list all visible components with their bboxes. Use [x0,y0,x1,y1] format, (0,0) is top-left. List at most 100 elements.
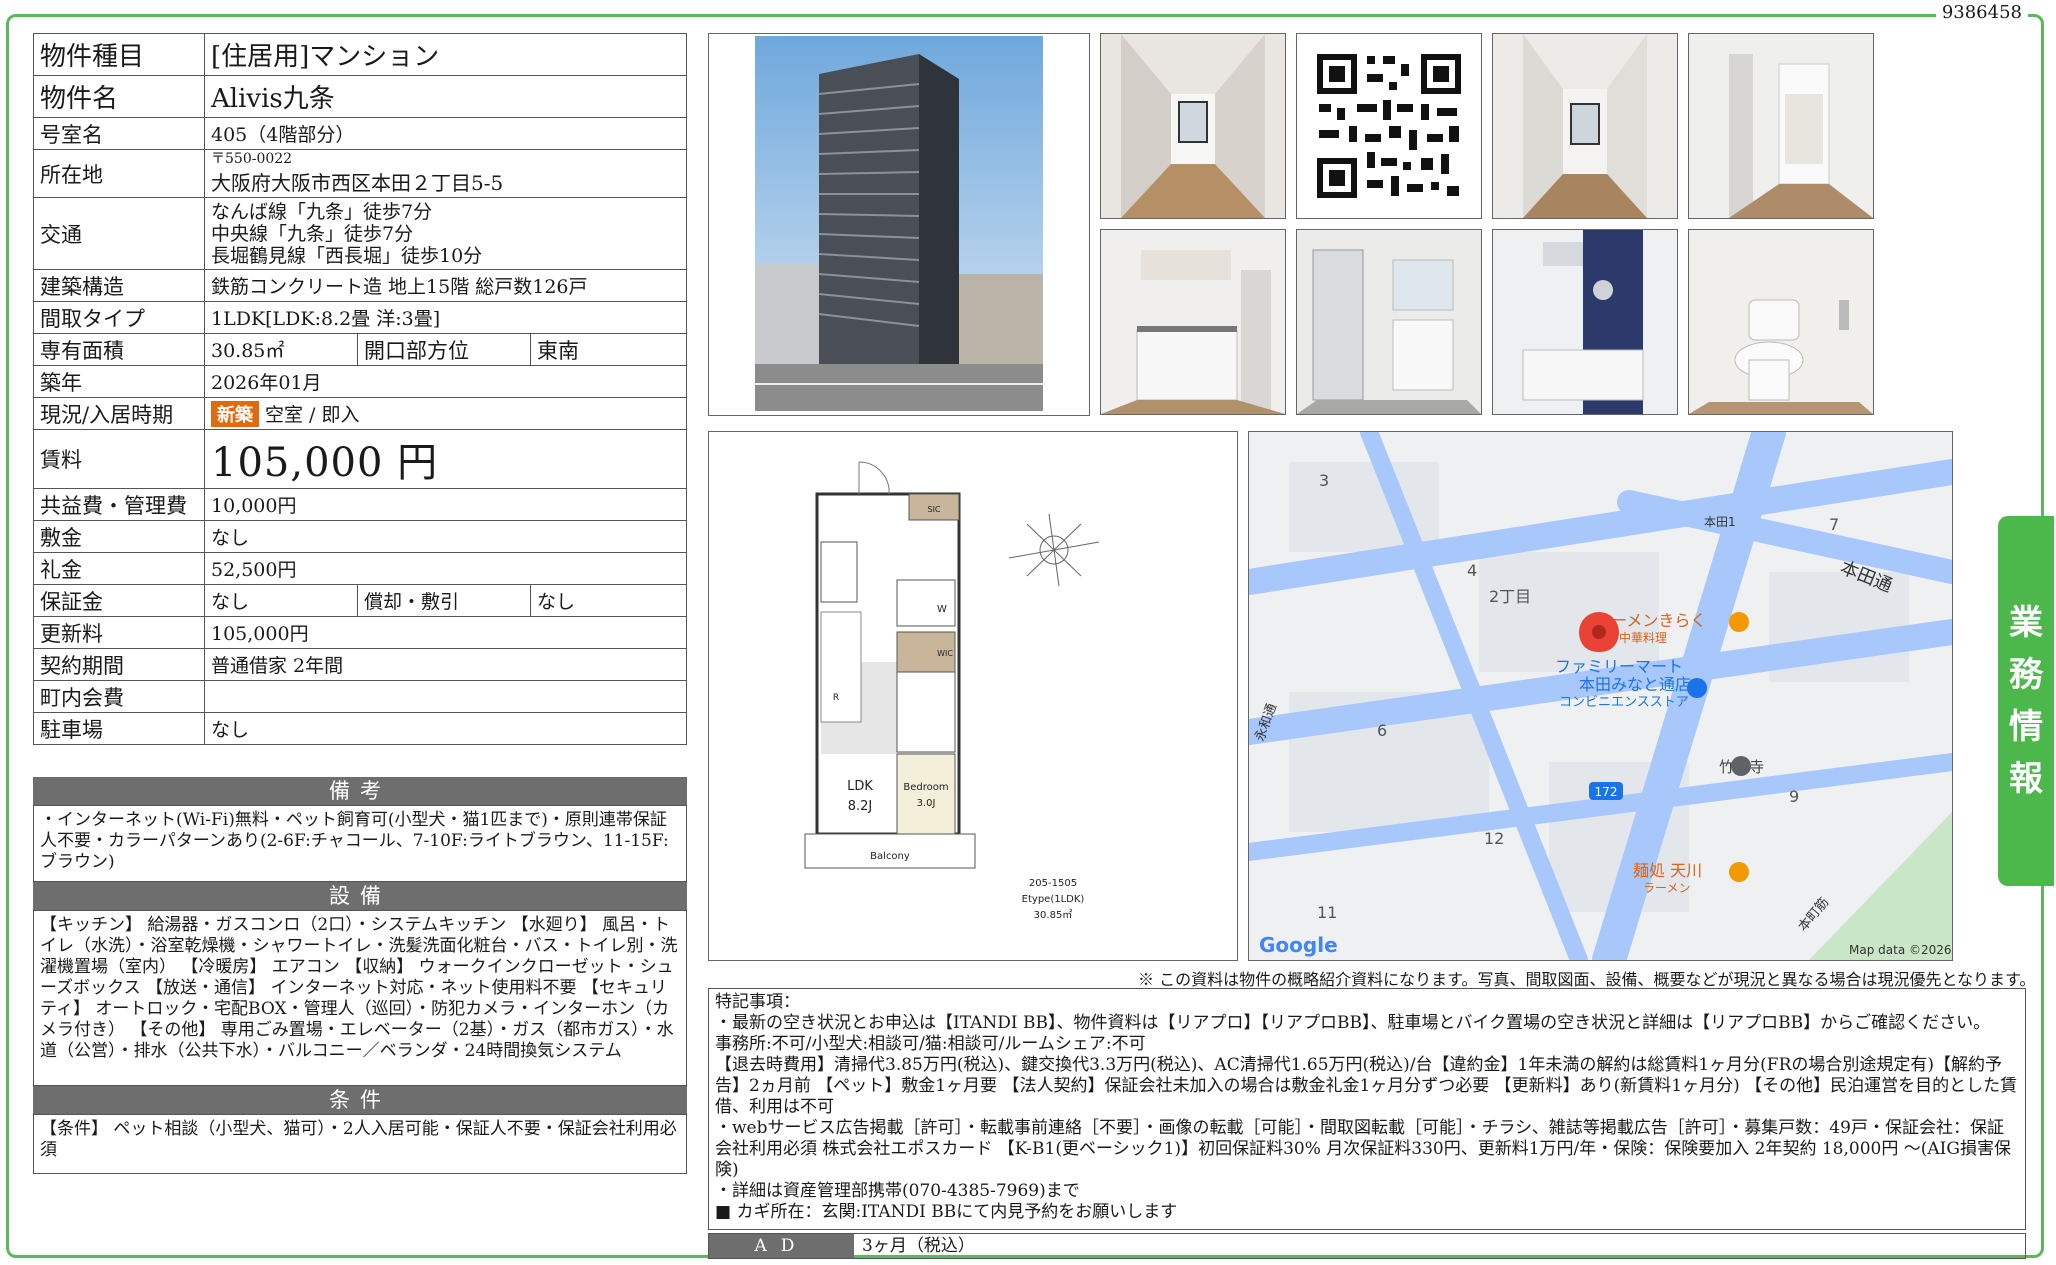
notes-line-6: ・詳細は資産管理部携帯(070-4385-7969)まで [715,1181,1080,1201]
room-illustration [1493,34,1677,218]
label-renewal: 更新料 [33,616,205,649]
fp-caption-1: 205-1505 [1029,878,1077,889]
fp-balcony-label: Balcony [870,851,910,862]
notes-line-4: 【退去時費用】清掃代3.85万円(税込)、鍵交換代3.3万円(税込)、AC清掃代… [715,1055,2018,1117]
map-label-11: 11 [1317,903,1337,922]
fp-caption-2: Etype(1LDK) [1022,894,1085,905]
map-label-6: 6 [1377,721,1387,740]
photo-toilet[interactable] [1688,229,1874,415]
fp-r-label: R [833,693,839,703]
value-room: 405（4階部分） [204,117,687,150]
value-built: 2026年01月 [204,365,687,398]
value-guarantee: なし [204,584,358,617]
new-badge: 新築 [211,401,259,427]
label-layout: 間取タイプ [33,301,205,334]
tab-char-2: 務 [2009,655,2043,695]
fp-ldk-label: LDK [847,779,873,794]
building-photo[interactable] [708,33,1090,416]
ad-row: AD 3ヶ月（税込） [708,1233,2026,1259]
label-name: 物件名 [33,75,205,118]
fp-caption-3: 30.85㎡ [1034,909,1073,921]
map-label-4: 4 [1467,561,1477,580]
conditions-text: 【条件】 ペット相談（小型犬、猫可）・2人入居可能・保証人不要・保証会社利用必須 [33,1114,687,1174]
transit-line-1: なんば線「九条」徒歩7分 [211,200,433,223]
floor-plan[interactable]: LDK 8.2J Bedroom 3.0J SIC WIC W R Balcon… [708,431,1238,961]
fp-bedroom-label: Bedroom [903,782,948,793]
map-label-9: 9 [1789,787,1799,806]
value-mgmt: 10,000円 [204,488,687,521]
label-direction: 開口部方位 [357,333,531,366]
value-amort: なし [530,584,687,617]
value-transit: なんば線「九条」徒歩7分 中央線「九条」徒歩7分 長堀鶴見線「西長堀」徒歩10分 [204,197,687,270]
value-structure: 鉄筋コンクリート造 地上15階 総戸数126戸 [204,269,687,302]
map-label-familymart: ファミリーマート [1555,657,1683,676]
map-label-honden1: 本田1 [1704,515,1736,529]
ad-value: 3ヶ月（税込） [862,1236,975,1256]
fp-sic-label: SIC [927,505,940,514]
tab-char-3: 情 [2009,707,2043,747]
status-text: 空室 / 即入 [265,404,360,426]
transit-line-3: 長堀鶴見線「西長堀」徒歩10分 [211,244,483,267]
label-town-fee: 町内会費 [33,680,205,713]
tab-char-4: 報 [2009,759,2043,799]
map-label-3: 3 [1319,471,1329,490]
label-address: 所在地 [33,149,205,198]
toilet-illustration [1689,230,1873,414]
map-label-2chome: 2丁目 [1489,587,1531,606]
special-notes: 特記事項： ・最新の空き状況とお申込は【ITANDI BB】、物件資料は【リアプ… [708,988,2026,1230]
photo-closet[interactable] [1688,33,1874,219]
disclaimer: ※ この資料は物件の概略紹介資料になります。写真、間取図面、設備、概要などが現況… [1138,970,2036,989]
google-logo: Google [1259,933,1338,957]
value-address: 〒550-0022 大阪府大阪市西区本田２丁目5-5 [204,149,687,198]
tab-char-1: 業 [2009,603,2043,643]
ad-label: AD [709,1234,854,1258]
photo-bathroom[interactable] [1492,229,1678,415]
area-map[interactable]: 3 4 2丁目 6 7 9 12 11 本田1 本田通 ラーメンきらく 中華料理… [1248,431,1953,961]
value-contract: 普通借家 2年間 [204,648,687,681]
equipment-title: 設備 [33,882,687,910]
document-number: 9386458 [1935,2,2028,23]
map-label-chuka: 中華料理 [1619,630,1667,645]
value-renewal: 105,000円 [204,616,687,649]
map-label-store-name: 本田みなと通店 [1579,675,1691,694]
photo-hallway[interactable] [1100,33,1286,219]
map-label-12: 12 [1484,829,1504,848]
map-label-ramen: ラーメン [1643,881,1691,895]
value-name: Alivis九条 [204,75,687,118]
photo-room[interactable] [1492,33,1678,219]
photo-kitchen[interactable] [1100,229,1286,415]
fp-ldk-size: 8.2J [848,799,873,814]
label-structure: 建築構造 [33,269,205,302]
map-label-7: 7 [1829,515,1839,534]
value-status: 新築 空室 / 即入 [204,397,687,430]
label-contract: 契約期間 [33,648,205,681]
label-deposit: 敷金 [33,520,205,553]
property-table: 物件種目 [住居用]マンション 物件名 Alivis九条 号室名 405（4階部分） … [33,33,687,745]
closet-illustration [1689,34,1873,218]
label-transit: 交通 [33,197,205,270]
map-label-convenience: コンビニエンスストア [1559,695,1689,710]
photo-washroom[interactable] [1296,229,1482,415]
fp-wic-label: WIC [937,649,953,658]
building-illustration [755,36,1043,411]
label-guarantee: 保証金 [33,584,205,617]
bathroom-illustration [1493,230,1677,414]
transit-line-2: 中央線「九条」徒歩7分 [211,222,414,245]
temple-icon [1731,756,1751,776]
label-key-money: 礼金 [33,552,205,585]
restaurant-icon [1729,612,1749,632]
floor-plan-drawing: LDK 8.2J Bedroom 3.0J SIC WIC W R Balcon… [804,461,1100,921]
qr-code[interactable] [1296,33,1482,219]
business-info-tab[interactable]: 業 務 情 報 [1998,516,2054,886]
label-mgmt: 共益費・管理費 [33,488,205,521]
label-area: 専有面積 [33,333,205,366]
label-parking: 駐車場 [33,712,205,745]
compass-icon [1008,513,1100,587]
label-room: 号室名 [33,117,205,150]
map-copyright: Map data ©2026 [1849,943,1952,957]
label-amort: 償却・敷引 [357,584,531,617]
kitchen-illustration [1101,230,1285,414]
equipment-text: 【キッチン】 給湯器・ガスコンロ（2口）・システムキッチン 【水廻り】 風呂・ト… [33,910,687,1086]
fp-w-label: W [937,604,947,615]
hallway-illustration [1101,34,1285,218]
